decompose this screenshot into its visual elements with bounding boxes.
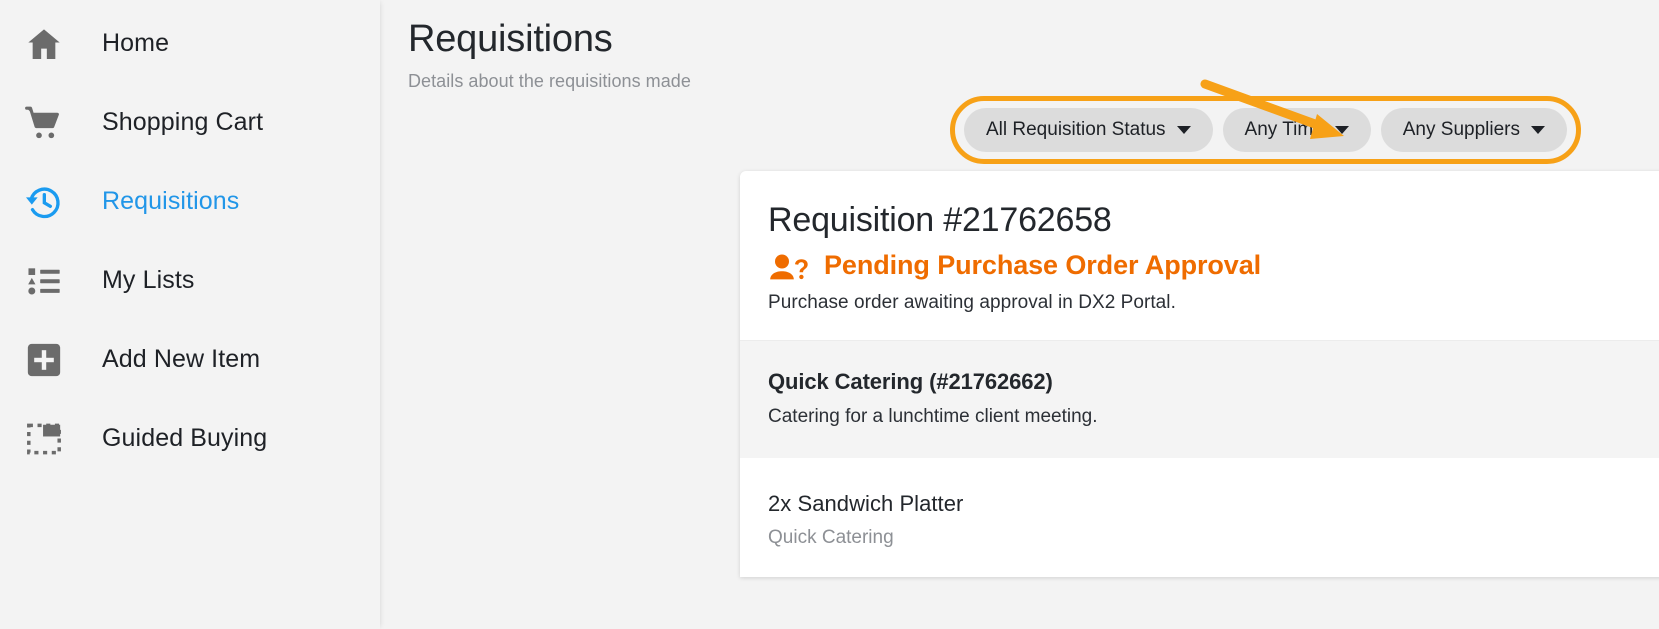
order-title: Quick Catering (#21762662) bbox=[768, 369, 1053, 394]
line-item[interactable]: 2x Sandwich Platter Quick Catering bbox=[740, 458, 1659, 577]
home-icon bbox=[22, 24, 66, 64]
filter-label: Any Time bbox=[1244, 119, 1324, 140]
list-bullets-icon bbox=[22, 262, 66, 300]
sidebar-item-label: Guided Buying bbox=[102, 424, 268, 452]
guided-buying-icon bbox=[22, 420, 66, 458]
requisition-card[interactable]: Requisition #21762658 Pending Purchase O… bbox=[740, 171, 1659, 577]
requisition-summary: Requisition #21762658 Pending Purchase O… bbox=[768, 199, 1659, 314]
chevron-down-icon bbox=[1334, 126, 1349, 134]
requisition-card-header: Requisition #21762658 Pending Purchase O… bbox=[740, 171, 1659, 340]
plus-square-icon bbox=[22, 341, 66, 379]
order-description: Catering for a lunchtime client meeting. bbox=[768, 406, 1098, 427]
sidebar-item-my-lists[interactable]: My Lists bbox=[0, 241, 380, 320]
status-description: Purchase order awaiting approval in DX2 … bbox=[768, 292, 1176, 313]
sidebar-item-home[interactable]: Home bbox=[0, 4, 380, 83]
sidebar-item-requisitions[interactable]: Requisitions bbox=[0, 162, 380, 241]
page-subtitle: Details about the requisitions made bbox=[408, 71, 691, 91]
chevron-down-icon bbox=[1176, 126, 1191, 134]
sidebar-item-label: Home bbox=[102, 29, 170, 57]
requisition-number: Requisition #21762658 bbox=[768, 201, 1112, 239]
shopping-cart-icon bbox=[22, 103, 66, 143]
filter-requisition-status-button[interactable]: All Requisition Status bbox=[964, 108, 1213, 152]
main-content: Requisitions Details about the requisiti… bbox=[380, 0, 1659, 629]
line-item-supplier: Quick Catering bbox=[768, 527, 894, 548]
history-clock-icon bbox=[22, 182, 66, 222]
person-question-icon bbox=[768, 251, 812, 281]
sidebar-item-shopping-cart[interactable]: Shopping Cart bbox=[0, 83, 380, 162]
sidebar-item-label: My Lists bbox=[102, 266, 195, 294]
app-root: Home Shopping Cart Requisitions My Lists… bbox=[0, 0, 1659, 629]
sidebar-item-label: Shopping Cart bbox=[102, 108, 264, 136]
filter-time-button[interactable]: Any Time bbox=[1222, 108, 1371, 152]
line-item-name: 2x Sandwich Platter bbox=[768, 491, 964, 516]
sidebar-item-add-new-item[interactable]: Add New Item bbox=[0, 320, 380, 399]
sidebar-item-label: Add New Item bbox=[102, 345, 261, 373]
filter-label: All Requisition Status bbox=[986, 119, 1166, 140]
order-section[interactable]: Quick Catering (#21762662) Catering for … bbox=[740, 340, 1659, 458]
page-title: Requisitions bbox=[408, 18, 613, 60]
filter-label: Any Suppliers bbox=[1402, 119, 1520, 140]
chevron-down-icon bbox=[1530, 126, 1545, 134]
sidebar-item-label: Requisitions bbox=[102, 187, 240, 215]
status-badge: Pending Purchase Order Approval bbox=[824, 250, 1262, 280]
status-row: Pending Purchase Order Approval bbox=[768, 250, 1659, 281]
sidebar: Home Shopping Cart Requisitions My Lists… bbox=[0, 0, 380, 629]
filter-bar-highlight: All Requisition Status Any Time Any Supp… bbox=[950, 96, 1581, 164]
filter-suppliers-button[interactable]: Any Suppliers bbox=[1380, 108, 1567, 152]
sidebar-item-guided-buying[interactable]: Guided Buying bbox=[0, 399, 380, 478]
